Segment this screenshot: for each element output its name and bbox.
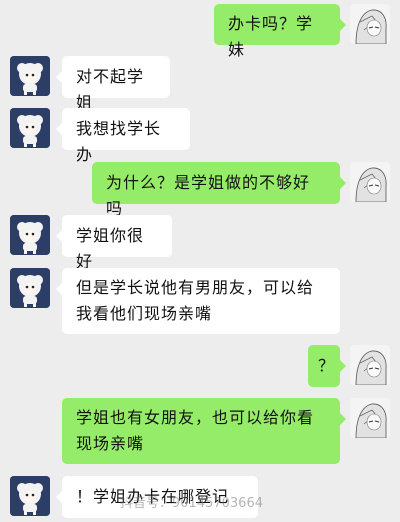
chat-window: 办卡吗？学妹 对不起学姐 我想找学长办 为什么？是学姐做的不够好吗 学姐你很好 … [0,0,400,522]
sheep-avatar[interactable] [10,108,50,148]
message-bubble-sent[interactable]: 学姐也有女朋友，也可以给你看现场亲嘴 [62,398,346,464]
anime-girl-avatar[interactable] [350,162,390,202]
message-bubble-sent[interactable]: 为什么？是学姐做的不够好吗 [92,162,346,218]
anime-girl-avatar[interactable] [350,345,390,385]
message-text: 但是学长说他有男朋友，可以给我看他们现场亲嘴 [76,278,315,323]
message-text: 我想找学长办 [76,119,162,164]
message-bubble-received[interactable]: 对不起学姐 [56,56,170,112]
sheep-avatar[interactable] [10,268,50,308]
anime-girl-avatar[interactable] [350,398,390,438]
message-bubble-sent[interactable]: ？ [308,345,346,387]
anime-girl-avatar[interactable] [350,4,390,44]
message-bubble-received[interactable]: 但是学长说他有男朋友，可以给我看他们现场亲嘴 [56,268,340,334]
sheep-avatar[interactable] [10,476,50,516]
message-bubble-received[interactable]: 学姐你很好 [56,215,172,271]
message-bubble-received[interactable]: 我想找学长办 [56,108,190,164]
message-text: 学姐你很好 [76,226,145,271]
message-text: 为什么？是学姐做的不够好吗 [106,173,311,218]
message-text: 对不起学姐 [76,67,145,112]
message-text: ？ [318,356,336,375]
watermark: 抖音号：90145703664 [120,496,263,511]
message-text: 学姐也有女朋友，也可以给你看现场亲嘴 [76,408,315,453]
message-text: 办卡吗？学妹 [228,14,314,59]
message-bubble-sent[interactable]: 办卡吗？学妹 [214,4,346,59]
sheep-avatar[interactable] [10,215,50,255]
sheep-avatar[interactable] [10,56,50,96]
